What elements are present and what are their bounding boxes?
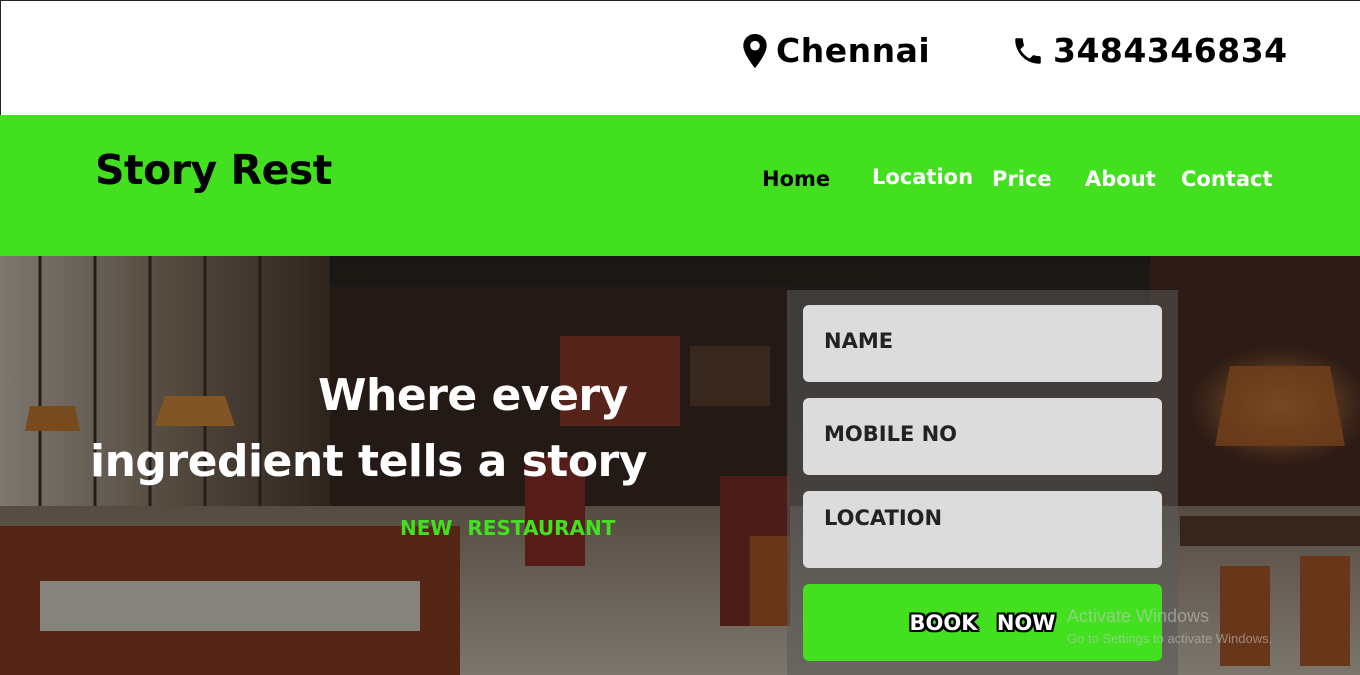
mobile-field[interactable]: MOBILE NO: [803, 398, 1162, 475]
top-contact-bar: Chennai 3484346834: [0, 0, 1360, 115]
city-text: Chennai: [776, 31, 931, 70]
location-field[interactable]: LOCATION: [803, 491, 1162, 568]
activate-windows-watermark: Activate Windows Go to Settings to activ…: [1067, 606, 1272, 646]
location-pin-icon: [743, 33, 767, 68]
watermark-title: Activate Windows: [1067, 606, 1210, 626]
brand-logo[interactable]: Story Rest: [95, 146, 332, 194]
hero-headline-line2: ingredient tells a story: [90, 436, 647, 487]
watermark-subtitle: Go to Settings to activate Windows.: [1067, 631, 1273, 646]
main-navbar: Story Rest Home Location Price About Con…: [0, 115, 1360, 256]
phone-icon: [1015, 37, 1041, 64]
nav-price[interactable]: Price: [992, 167, 1052, 191]
contact-phone[interactable]: 3484346834: [1011, 31, 1288, 70]
contact-city: Chennai: [742, 31, 930, 70]
hero-section: Where every ingredient tells a story NEW…: [0, 256, 1360, 675]
nav-location[interactable]: Location: [872, 165, 973, 189]
hero-tagline: NEW RESTAURANT: [400, 516, 616, 540]
name-field[interactable]: NAME: [803, 305, 1162, 382]
nav-contact[interactable]: Contact: [1181, 167, 1273, 191]
nav-home[interactable]: Home: [762, 167, 830, 191]
hero-headline-line1: Where every: [318, 370, 628, 421]
nav-about[interactable]: About: [1085, 167, 1156, 191]
phone-text: 3484346834: [1053, 31, 1288, 70]
